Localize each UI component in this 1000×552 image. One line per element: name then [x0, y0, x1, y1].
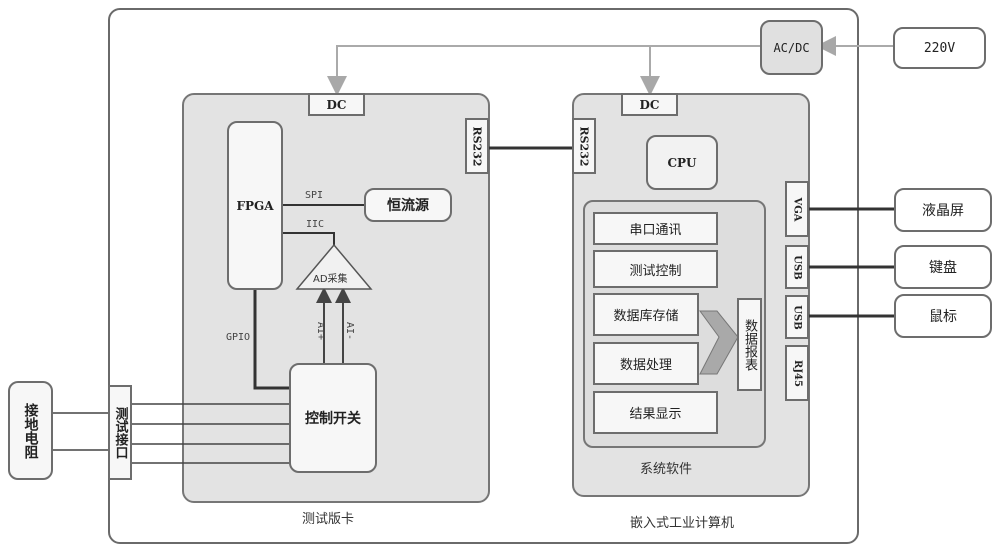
iic-label: IIC [306, 219, 325, 230]
test-interface-port: 测试接口 [108, 385, 132, 480]
computer-caption: 嵌入式工业计算机 [630, 516, 735, 531]
usb-port-1: USB [785, 245, 809, 289]
peripheral-keyboard: 键盘 [894, 245, 992, 289]
peripheral-lcd: 液晶屏 [894, 188, 992, 232]
iic-line [282, 232, 335, 245]
board-dc-port: DC [308, 93, 365, 116]
usb-port-2: USB [785, 295, 809, 339]
mains-220v: 220V [893, 27, 986, 69]
rj45-port: RJ45 [785, 345, 809, 401]
peripheral-mouse: 鼠标 [894, 294, 992, 338]
module-data-processing: 数据处理 [593, 342, 699, 385]
module-database-storage: 数据库存储 [593, 293, 699, 336]
gpio-label: GPIO [226, 332, 251, 343]
connection-lines [52, 36, 895, 464]
test-board-caption: 测试版卡 [302, 512, 355, 527]
power-line-board [327, 45, 760, 96]
module-test-control: 测试控制 [593, 250, 718, 288]
software-caption: 系统软件 [640, 462, 693, 477]
ai-minus-label: AI- [344, 322, 355, 341]
module-serial-comm: 串口通讯 [593, 212, 718, 245]
constant-current-source: 恒流源 [364, 188, 452, 222]
computer-rs232-port: RS232 [572, 118, 596, 174]
fpga-block: FPGA [227, 121, 283, 290]
spi-label: SPI [305, 190, 324, 201]
ac-dc-converter: AC/DC [760, 20, 823, 75]
board-rs232-port: RS232 [465, 118, 489, 174]
data-flow-chevron [699, 310, 739, 375]
ai-plus-label: AI+ [315, 322, 326, 341]
ad-acquisition-label: AD采集 [313, 274, 348, 285]
cpu-block: CPU [646, 135, 718, 190]
computer-dc-port: DC [621, 93, 678, 116]
data-report-block: 数据报表 [737, 298, 762, 391]
module-result-display: 结果显示 [593, 391, 718, 434]
control-switch-block: 控制开关 [289, 363, 377, 473]
vga-port: VGA [785, 181, 809, 237]
gpio-line [253, 289, 290, 390]
grounding-resistor: 接地电阻 [8, 381, 53, 480]
